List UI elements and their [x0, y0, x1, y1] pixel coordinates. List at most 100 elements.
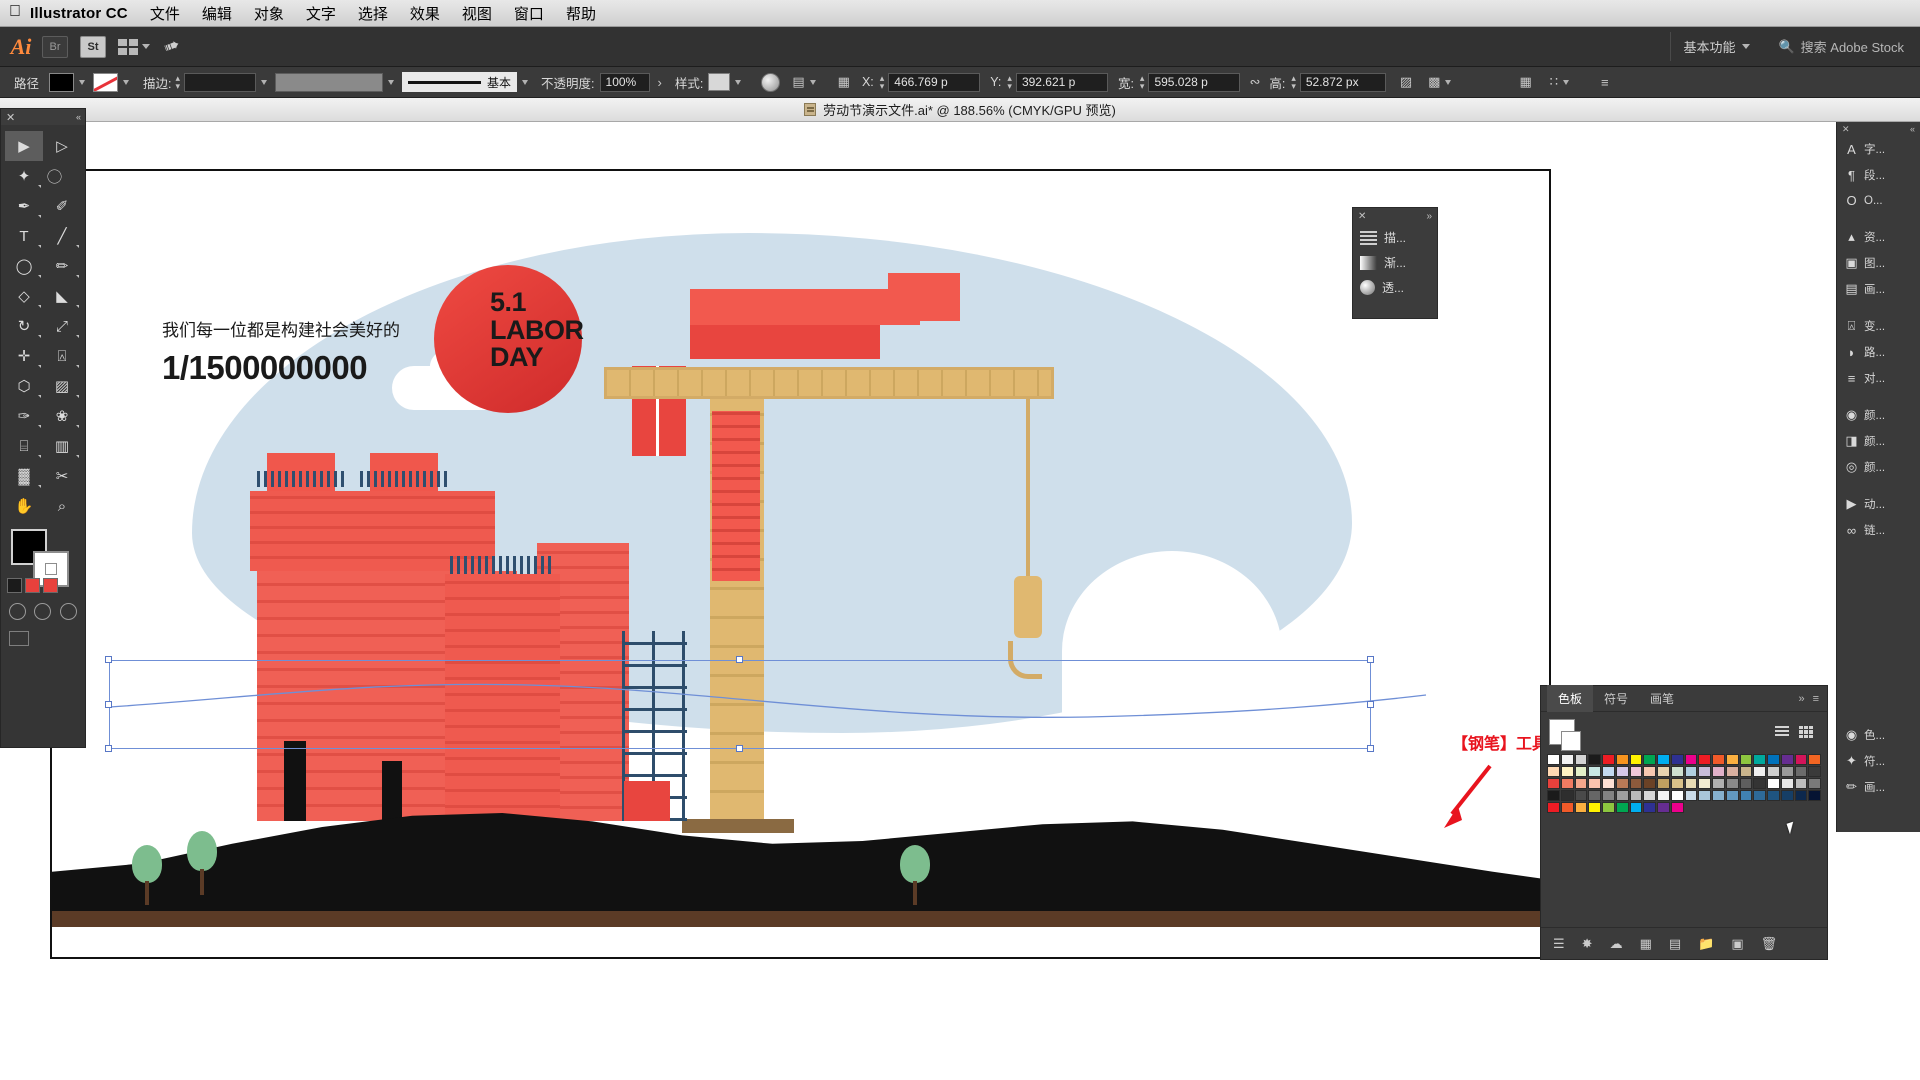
menu-item-file[interactable]: 文件 [150, 3, 180, 24]
swatch-87[interactable] [1643, 802, 1656, 813]
swatch-38[interactable] [1794, 766, 1808, 777]
y-stepper[interactable]: ▴ ▾ [1007, 74, 1012, 91]
chevron-down-icon[interactable] [123, 79, 130, 85]
gradient-icon[interactable] [43, 578, 58, 593]
default-colors-icon[interactable] [7, 578, 22, 593]
normal-screen-mode-icon[interactable] [9, 631, 29, 646]
swatch-8[interactable] [1657, 754, 1670, 765]
column-graph-tool[interactable]: ▥ [43, 431, 81, 461]
height-stepper[interactable]: ▴ ▾ [1291, 74, 1296, 91]
dock-item-swatches[interactable]: ◉ 色... [1837, 722, 1920, 748]
selection-handle-tl[interactable] [105, 656, 112, 663]
dock-item-artboards[interactable]: ▤ 画... [1837, 276, 1920, 302]
selection-handle-tr[interactable] [1367, 656, 1374, 663]
menu-item-object[interactable]: 对象 [254, 3, 284, 24]
swatch-3[interactable] [1588, 754, 1601, 765]
stroke-weight-stepper[interactable]: ▴ ▾ [176, 74, 181, 91]
swatch-62[interactable] [1574, 790, 1588, 801]
swatch-libraries-icon[interactable]: ☰ [1553, 936, 1565, 952]
list-view-icon[interactable] [1775, 726, 1789, 738]
dock-item-asset-export[interactable]: ▴ 资... [1837, 224, 1920, 250]
swatch-80[interactable] [1547, 802, 1560, 813]
curvature-tool[interactable]: ✐ [43, 191, 81, 221]
tab-brushes[interactable]: 画笔 [1639, 685, 1685, 712]
dock-item-brushes[interactable]: ✏ 画... [1837, 774, 1920, 800]
document-tab-title[interactable]: 劳动节演示文件.ai* @ 188.56% (CMYK/GPU 预览) [823, 100, 1116, 119]
current-fill-stroke-swatch[interactable] [1549, 719, 1581, 751]
swatch-23[interactable] [1588, 766, 1601, 777]
dock-item-opentype[interactable]: Ο O... [1837, 188, 1920, 213]
bridge-button[interactable]: Br [42, 35, 68, 58]
swatch-81[interactable] [1560, 802, 1574, 813]
selection-handle-tm[interactable] [736, 656, 743, 663]
swatch-77[interactable] [1780, 790, 1794, 801]
link-ratio-icon[interactable]: ∾ [1249, 74, 1260, 90]
swatch-25[interactable] [1615, 766, 1629, 777]
panel-menu-icon[interactable]: ≡ [1813, 693, 1819, 705]
swatch-18[interactable] [1794, 754, 1808, 765]
panel-options-icon[interactable]: ≡ [1601, 75, 1609, 90]
close-icon[interactable]: ✕ [6, 111, 15, 124]
appearance-row-stroke[interactable]: 描... [1353, 225, 1437, 250]
swatch-76[interactable] [1767, 790, 1780, 801]
isolate-selection-icon[interactable]: ▤ [792, 74, 804, 90]
swatch-19[interactable] [1808, 754, 1821, 765]
hand-tool[interactable]: ✋ [5, 491, 43, 521]
rotate-tool[interactable]: ↻ [5, 311, 43, 341]
swatch-9[interactable] [1670, 754, 1684, 765]
free-transform-tool[interactable]: ⍓ [43, 341, 81, 371]
swatch-4[interactable] [1602, 754, 1615, 765]
selection-tool[interactable]: ▶ [5, 131, 43, 161]
swatch-86[interactable] [1629, 802, 1643, 813]
swatch-51[interactable] [1698, 778, 1711, 789]
scale-tool[interactable]: ⤢ [43, 311, 81, 341]
gradient-tool[interactable]: ▨ [43, 371, 81, 401]
menu-item-help[interactable]: 帮助 [566, 3, 596, 24]
swatch-89[interactable] [1670, 802, 1684, 813]
delete-swatch-icon[interactable]: 🗑 [1761, 936, 1778, 952]
swatch-84[interactable] [1602, 802, 1615, 813]
graphic-style-swatch[interactable] [708, 73, 731, 91]
swatch-5[interactable] [1615, 754, 1629, 765]
dock-item-character[interactable]: A 字... [1837, 136, 1920, 162]
dock-item-color[interactable]: ◉ 颜... [1837, 402, 1920, 428]
dock-item-symbols[interactable]: ✦ 符... [1837, 748, 1920, 774]
swatch-29[interactable] [1670, 766, 1684, 777]
distribute-icon[interactable]: ∷ [1550, 74, 1558, 90]
width-stepper[interactable]: ▴ ▾ [1140, 74, 1145, 91]
dock-item-recolor[interactable]: ◎ 颜... [1837, 454, 1920, 480]
swatch-12[interactable] [1712, 754, 1725, 765]
swatch-21[interactable] [1560, 766, 1574, 777]
menu-item-edit[interactable]: 编辑 [202, 3, 232, 24]
folder-icon[interactable]: 📁 [1698, 936, 1714, 952]
workspace-switcher[interactable]: 基本功能 [1670, 32, 1762, 61]
menu-item-effect[interactable]: 效果 [410, 3, 440, 24]
selection-handle-bl[interactable] [105, 745, 112, 752]
swatch-44[interactable] [1602, 778, 1615, 789]
selection-handle-ml[interactable] [105, 701, 112, 708]
swatch-37[interactable] [1780, 766, 1794, 777]
swatches-grid[interactable] [1541, 752, 1827, 817]
close-icon[interactable]: ✕ [1842, 124, 1850, 135]
menu-item-type[interactable]: 文字 [306, 3, 336, 24]
swatch-11[interactable] [1698, 754, 1711, 765]
swatch-14[interactable] [1739, 754, 1753, 765]
menu-item-select[interactable]: 选择 [358, 3, 388, 24]
swatch-30[interactable] [1684, 766, 1698, 777]
apple-icon[interactable]:  [0, 3, 30, 23]
draw-inside-icon[interactable] [59, 603, 77, 620]
swatch-17[interactable] [1780, 754, 1794, 765]
width-tool[interactable]: ✛ [5, 341, 43, 371]
swatch-75[interactable] [1753, 790, 1766, 801]
appearance-row-gradient[interactable]: 渐... [1353, 250, 1437, 275]
swatch-68[interactable] [1657, 790, 1670, 801]
duplicate-icon[interactable]: ▣ [1731, 936, 1743, 952]
swatch-83[interactable] [1588, 802, 1601, 813]
swatch-6[interactable] [1629, 754, 1643, 765]
height-input[interactable]: 52.872 px [1299, 72, 1386, 92]
selection-handle-mr[interactable] [1367, 701, 1374, 708]
opacity-mask-icon[interactable] [761, 72, 781, 92]
stroke-weight-input[interactable] [184, 72, 257, 92]
stock-button[interactable]: St [80, 35, 106, 58]
dock-item-layers[interactable]: ▣ 图... [1837, 250, 1920, 276]
